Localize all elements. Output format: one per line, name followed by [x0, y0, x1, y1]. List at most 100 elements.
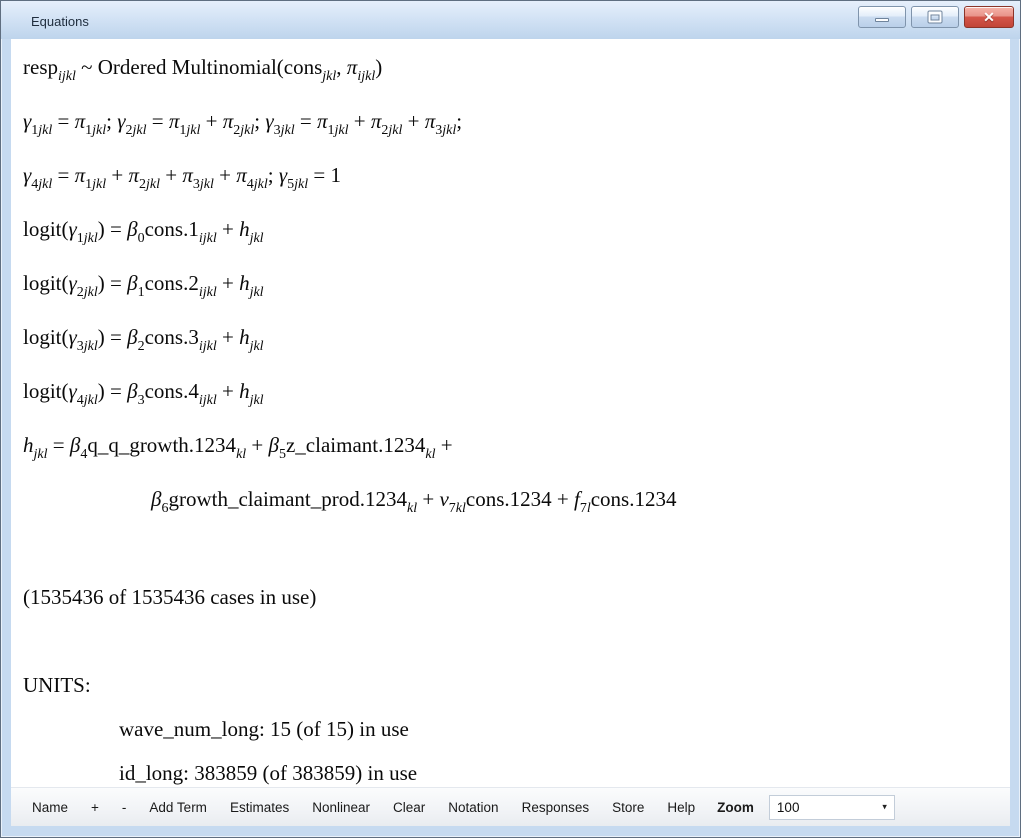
toolbar-button-add[interactable]: + — [90, 798, 100, 817]
eq-token: 5 — [279, 447, 286, 462]
eq-token: h — [23, 433, 34, 457]
blank-line — [19, 619, 1006, 663]
eq-token: γ — [117, 109, 125, 133]
eq-token: 4 — [77, 393, 84, 408]
eq-token: ijkl — [199, 393, 217, 408]
eq-token: ijkl — [199, 285, 217, 300]
eq-token: γ — [69, 271, 77, 295]
toolbar-button-clear[interactable]: Clear — [392, 798, 426, 817]
equations-area: respijkl ~ Ordered Multinomial(consjkl, … — [11, 39, 1010, 787]
toolbar-button-nonlinear[interactable]: Nonlinear — [311, 798, 371, 817]
toolbar-button-add-term[interactable]: Add Term — [148, 798, 208, 817]
eq-token: 3 — [138, 393, 145, 408]
eq-token: γ — [69, 217, 77, 241]
eq-token: ijkl — [199, 231, 217, 246]
equation-line[interactable]: logit(γ1jkl) = β0cons.1ijkl + hjkl — [19, 207, 1006, 261]
eq-token: + — [217, 217, 239, 241]
toolbar-button-name[interactable]: Name — [31, 798, 69, 817]
eq-token: π — [371, 109, 382, 133]
info-line: (1535436 of 1535436 cases in use) — [19, 575, 1006, 619]
eq-token: π — [75, 109, 86, 133]
maximize-button[interactable] — [911, 6, 959, 28]
eq-token: growth_claimant_prod.1234 — [168, 487, 407, 511]
eq-token: = — [52, 109, 74, 133]
eq-token: 2 — [77, 285, 84, 300]
eq-token: + — [217, 325, 239, 349]
eq-token: cons.1234 + — [466, 487, 574, 511]
eq-token: π — [425, 109, 436, 133]
eq-token: cons.2 — [145, 271, 199, 295]
eq-token: 7 — [449, 501, 456, 516]
eq-token: jkl — [38, 123, 52, 138]
eq-token: wave_num_long: 15 (of 15) in use — [119, 717, 409, 741]
equation-line[interactable]: respijkl ~ Ordered Multinomial(consjkl, … — [19, 45, 1006, 99]
eq-token: h — [239, 217, 250, 241]
eq-token: jkl — [84, 285, 98, 300]
close-button[interactable]: ✕ — [964, 6, 1014, 28]
info-line: UNITS: — [19, 663, 1006, 707]
eq-token: 2 — [126, 123, 133, 138]
toolbar-button-responses[interactable]: Responses — [521, 798, 591, 817]
eq-token: h — [239, 271, 250, 295]
close-icon: ✕ — [965, 7, 1013, 27]
eq-token: kl — [425, 447, 435, 462]
eq-token: jkl — [133, 123, 147, 138]
eq-token: ; — [268, 163, 279, 187]
zoom-select[interactable]: 100 ▾ — [769, 795, 895, 820]
eq-token: ijkl — [199, 339, 217, 354]
eq-token: = — [48, 433, 70, 457]
minimize-button[interactable] — [858, 6, 906, 28]
eq-token: jkl — [186, 123, 200, 138]
eq-token: 1 — [328, 123, 335, 138]
equations-window: Equations ✕ respijkl ~ Ordered Multinomi… — [0, 0, 1021, 838]
eq-token: ijkl — [58, 69, 76, 84]
eq-token: γ — [265, 109, 273, 133]
eq-token: jkl — [281, 123, 295, 138]
equation-line[interactable]: logit(γ3jkl) = β2cons.3ijkl + hjkl — [19, 315, 1006, 369]
eq-token: + — [217, 271, 239, 295]
eq-token: 2 — [138, 339, 145, 354]
toolbar-button-notation[interactable]: Notation — [447, 798, 499, 817]
eq-token: ~ Ordered Multinomial(cons — [76, 55, 322, 79]
eq-token: UNITS: — [23, 673, 91, 697]
equation-line[interactable]: logit(γ2jkl) = β1cons.2ijkl + hjkl — [19, 261, 1006, 315]
eq-token: jkl — [250, 285, 264, 300]
eq-token: kl — [407, 501, 417, 516]
eq-token: + — [417, 487, 439, 511]
toolbar-button-help[interactable]: Help — [666, 798, 696, 817]
eq-token: + — [435, 433, 452, 457]
eq-token: 3 — [193, 177, 200, 192]
eq-token: π — [75, 163, 86, 187]
eq-token: π — [182, 163, 193, 187]
eq-token: logit( — [23, 217, 69, 241]
equation-line[interactable]: γ4jkl = π1jkl + π2jkl + π3jkl + π4jkl; γ… — [19, 153, 1006, 207]
title-bar[interactable]: Equations ✕ — [1, 1, 1020, 39]
eq-token: cons.3 — [145, 325, 199, 349]
eq-token: h — [239, 325, 250, 349]
eq-token: β — [151, 487, 161, 511]
toolbar-button-estimates[interactable]: Estimates — [229, 798, 290, 817]
eq-token: jkl — [294, 177, 308, 192]
eq-token: ; — [254, 109, 265, 133]
eq-token: γ — [69, 379, 77, 403]
eq-token: (1535436 of 1535436 cases in use) — [23, 585, 316, 609]
zoom-label: Zoom — [717, 800, 754, 815]
eq-token: 1 — [138, 285, 145, 300]
toolbar-button-remove[interactable]: - — [121, 798, 128, 817]
info-line: id_long: 383859 (of 383859) in use — [19, 751, 1006, 787]
eq-token: β — [127, 217, 137, 241]
eq-token: π — [236, 163, 247, 187]
eq-token: + — [349, 109, 371, 133]
eq-token: v — [439, 487, 448, 511]
equation-line[interactable]: γ1jkl = π1jkl; γ2jkl = π1jkl + π2jkl; γ3… — [19, 99, 1006, 153]
eq-token: resp — [23, 55, 58, 79]
eq-token: jkl — [250, 231, 264, 246]
eq-token: cons.4 — [145, 379, 199, 403]
equation-line[interactable]: hjkl = β4q_q_growth.1234kl + β5z_claiman… — [19, 423, 1006, 477]
eq-token: ) = — [98, 271, 127, 295]
eq-token: 4 — [247, 177, 254, 192]
equation-line[interactable]: logit(γ4jkl) = β3cons.4ijkl + hjkl — [19, 369, 1006, 423]
equation-line[interactable]: β6growth_claimant_prod.1234kl + v7klcons… — [19, 477, 1006, 531]
toolbar-button-store[interactable]: Store — [611, 798, 645, 817]
eq-token: ; — [456, 109, 462, 133]
